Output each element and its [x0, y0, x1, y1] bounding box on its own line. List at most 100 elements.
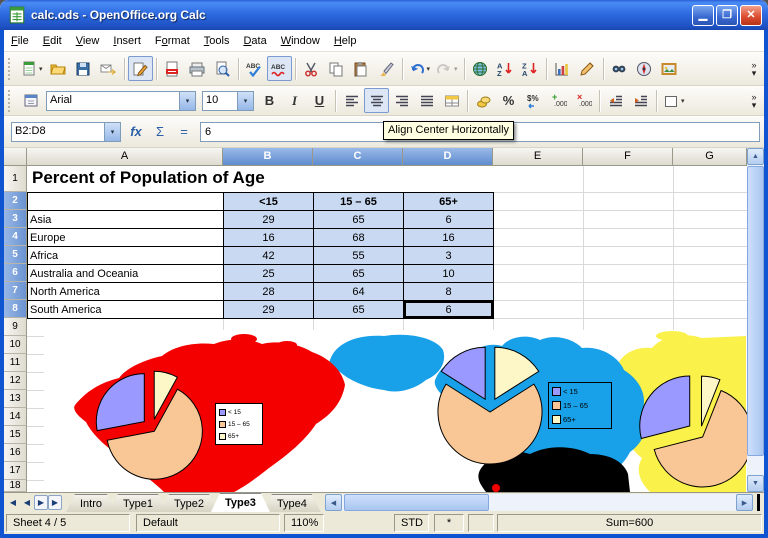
toolbar-overflow-button[interactable]: »▾ — [746, 93, 762, 109]
minimize-button[interactable]: ▁ — [692, 5, 714, 26]
menu-item-help[interactable]: Help — [327, 32, 364, 50]
align-left-button[interactable] — [339, 88, 364, 113]
table-col-header[interactable]: <15 — [224, 193, 314, 211]
italic-button[interactable]: I — [282, 88, 307, 113]
value-cell[interactable]: 16 — [404, 229, 494, 247]
status-insert-mode[interactable]: STD — [394, 514, 429, 532]
row-header-3[interactable]: 3 — [4, 210, 27, 228]
value-cell[interactable]: 6 — [404, 211, 494, 229]
add-decimal-button[interactable]: .000+ — [546, 88, 571, 113]
scroll-left-button[interactable]: ◀ — [325, 494, 342, 511]
row-header-1[interactable]: 1 — [4, 166, 27, 192]
delete-decimal-button[interactable]: .000× — [571, 88, 596, 113]
borders-button[interactable]: ▾ — [660, 88, 688, 113]
vertical-scrollbar[interactable]: ▲ ▼ — [747, 148, 764, 492]
menu-item-tools[interactable]: Tools — [197, 32, 237, 50]
value-cell[interactable]: 28 — [224, 283, 314, 301]
cut-button[interactable] — [299, 56, 324, 81]
status-selection-mode[interactable]: * — [434, 514, 464, 532]
column-header-B[interactable]: B — [223, 148, 313, 166]
name-box-dropdown[interactable]: ▾ — [104, 123, 120, 141]
row-header-4[interactable]: 4 — [4, 228, 27, 246]
first-sheet-button[interactable]: ◀ — [6, 495, 20, 510]
value-cell[interactable]: 8 — [404, 283, 494, 301]
font-size-dropdown[interactable]: ▾ — [237, 92, 253, 110]
function-button[interactable]: = — [172, 121, 196, 143]
underline-button[interactable]: U — [307, 88, 332, 113]
active-cell-D8[interactable]: 6 — [404, 301, 494, 319]
pie-legend-north-america[interactable]: < 1515 – 6565+ — [215, 403, 263, 445]
table-col-header[interactable]: 15 – 65 — [314, 193, 404, 211]
sort-ascending-button[interactable]: AZ — [493, 56, 518, 81]
value-cell[interactable]: 10 — [404, 265, 494, 283]
row-header-9[interactable]: 9 — [4, 318, 27, 336]
row-header-17[interactable]: 17 — [4, 462, 27, 480]
sheet-tab-intro[interactable]: Intro — [66, 494, 116, 512]
value-cell[interactable]: 25 — [224, 265, 314, 283]
currency-format-button[interactable] — [471, 88, 496, 113]
save-button[interactable] — [71, 56, 96, 81]
vertical-scroll-thumb[interactable] — [747, 166, 764, 456]
edit-file-button[interactable] — [128, 56, 153, 81]
value-cell[interactable]: 16 — [224, 229, 314, 247]
region-cell[interactable]: Europe — [28, 229, 224, 247]
gallery-button[interactable] — [657, 56, 682, 81]
redo-dropdown-arrow[interactable]: ▾ — [454, 65, 458, 73]
value-cell[interactable]: 68 — [314, 229, 404, 247]
title-bar[interactable]: calc.ods - OpenOffice.org Calc ▁ ❐ ✕ — [0, 0, 768, 30]
draw-functions-button[interactable] — [575, 56, 600, 81]
table-col-header[interactable]: 65+ — [404, 193, 494, 211]
region-cell[interactable]: South America — [28, 301, 224, 319]
row-header-15[interactable]: 15 — [4, 426, 27, 444]
pane-splitter-handle[interactable] — [757, 494, 760, 511]
status-zoom[interactable]: 110% — [284, 514, 324, 532]
sheet-tab-type4[interactable]: Type4 — [263, 494, 321, 512]
value-cell[interactable]: 64 — [314, 283, 404, 301]
decrease-indent-button[interactable] — [603, 88, 628, 113]
region-cell[interactable]: Africa — [28, 247, 224, 265]
percent-format-button[interactable]: % — [496, 88, 521, 113]
value-cell[interactable]: 3 — [404, 247, 494, 265]
row-header-13[interactable]: 13 — [4, 390, 27, 408]
name-box[interactable]: B2:D8 ▾ — [11, 122, 121, 142]
align-right-button[interactable] — [389, 88, 414, 113]
horizontal-scroll-thumb[interactable] — [344, 494, 489, 511]
column-header-D[interactable]: D — [403, 148, 493, 166]
page-preview-button[interactable] — [210, 56, 235, 81]
column-header-A[interactable]: A — [27, 148, 223, 166]
row-header-6[interactable]: 6 — [4, 264, 27, 282]
row-header-11[interactable]: 11 — [4, 354, 27, 372]
value-cell[interactable]: 42 — [224, 247, 314, 265]
row-header-8[interactable]: 8 — [4, 300, 27, 318]
hyperlink-button[interactable] — [468, 56, 493, 81]
table-corner-cell[interactable] — [28, 193, 224, 211]
new-button[interactable]: ▾ — [18, 56, 46, 81]
paste-button[interactable] — [349, 56, 374, 81]
sum-button[interactable]: Σ — [148, 121, 172, 143]
open-button[interactable] — [46, 56, 71, 81]
menu-item-window[interactable]: Window — [274, 32, 327, 50]
menu-item-data[interactable]: Data — [236, 32, 273, 50]
row-header-2[interactable]: 2 — [4, 192, 27, 210]
maximize-button[interactable]: ❐ — [716, 5, 738, 26]
undo-dropdown-arrow[interactable]: ▾ — [427, 65, 431, 73]
email-button[interactable] — [96, 56, 121, 81]
sheet-title-cell[interactable]: Percent of Population of Age — [32, 168, 265, 188]
spellcheck-button[interactable]: ABC — [242, 56, 267, 81]
horizontal-scrollbar[interactable]: ◀ ▶ — [325, 494, 753, 511]
borders-dropdown-arrow[interactable]: ▾ — [681, 97, 685, 105]
standard-format-button[interactable]: $% — [521, 88, 546, 113]
row-header-12[interactable]: 12 — [4, 372, 27, 390]
value-cell[interactable]: 65 — [314, 301, 404, 319]
chart-button[interactable] — [550, 56, 575, 81]
previous-sheet-button[interactable]: ◀ — [20, 495, 34, 510]
world-map-drawing[interactable]: < 1515 – 6565+ < 1515 – 6565+ — [44, 330, 750, 492]
bold-button[interactable]: B — [257, 88, 282, 113]
print-button[interactable] — [185, 56, 210, 81]
status-sum[interactable]: Sum=600 — [497, 514, 762, 532]
format-paintbrush-button[interactable] — [374, 56, 399, 81]
font-name-combo[interactable]: Arial▾ — [46, 91, 196, 111]
font-size-combo[interactable]: 10▾ — [202, 91, 254, 111]
region-cell[interactable]: North America — [28, 283, 224, 301]
menu-item-file[interactable]: File — [4, 32, 36, 50]
